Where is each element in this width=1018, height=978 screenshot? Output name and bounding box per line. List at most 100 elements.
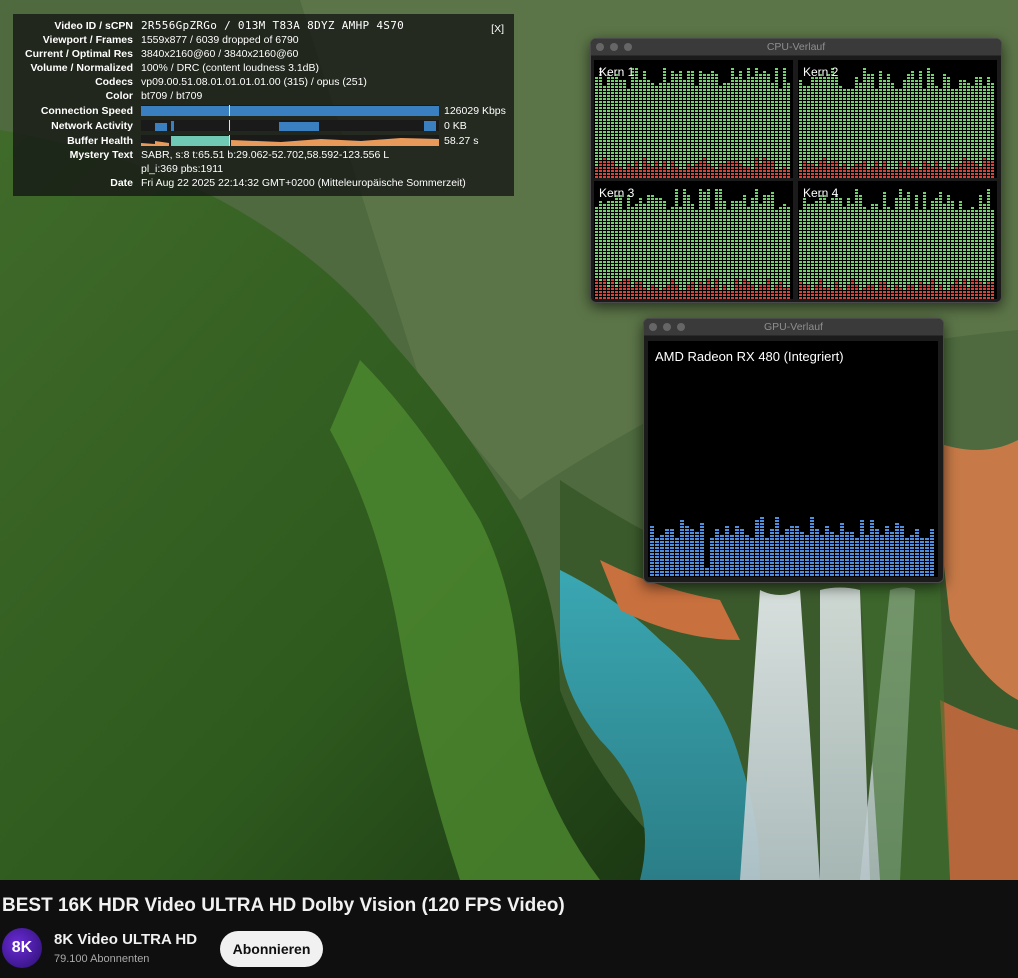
cpu-bar-segment bbox=[811, 107, 814, 109]
cpu-bar-segment bbox=[771, 285, 774, 287]
cpu-bar-segment bbox=[807, 176, 810, 178]
minimize-window-button[interactable] bbox=[610, 43, 618, 51]
cpu-bar-segment bbox=[787, 219, 790, 221]
cpu-bar-segment bbox=[779, 143, 782, 145]
cpu-bar-segment bbox=[855, 122, 858, 124]
cpu-bar-segment bbox=[607, 164, 610, 166]
cpu-bar-segment bbox=[635, 101, 638, 103]
cpu-bar-segment bbox=[847, 167, 850, 169]
cpu-bar-segment bbox=[647, 213, 650, 215]
cpu-bar-segment bbox=[715, 170, 718, 172]
cpu-bar-segment bbox=[799, 273, 802, 275]
cpu-bar-segment bbox=[731, 261, 734, 263]
cpu-bar-segment bbox=[675, 207, 678, 209]
cpu-bar-segment bbox=[655, 261, 658, 263]
cpu-bar-segment bbox=[779, 173, 782, 175]
cpu-bar-segment bbox=[731, 270, 734, 272]
cpu-bar-segment bbox=[631, 119, 634, 121]
cpu-bar-segment bbox=[891, 128, 894, 130]
cpu-bar-segment bbox=[979, 113, 982, 115]
cpu-bar-segment bbox=[835, 140, 838, 142]
cpu-bar-segment bbox=[779, 216, 782, 218]
cpu-bar-segment bbox=[735, 89, 738, 91]
cpu-bar-segment bbox=[779, 207, 782, 209]
cpu-bar-segment bbox=[783, 285, 786, 287]
cpu-bar-segment bbox=[775, 240, 778, 242]
close-window-button[interactable] bbox=[596, 43, 604, 51]
cpu-bar-segment bbox=[595, 228, 598, 230]
cpu-history-window[interactable]: CPU-Verlauf Kern 1 Kern 2 Kern 3 Kern 4 bbox=[590, 38, 1002, 303]
cpu-bar-segment bbox=[951, 170, 954, 172]
cpu-bar-segment bbox=[731, 158, 734, 160]
cpu-bar-segment bbox=[875, 149, 878, 151]
cpu-bar-segment bbox=[911, 119, 914, 121]
cpu-bar-segment bbox=[915, 167, 918, 169]
cpu-bar-segment bbox=[987, 164, 990, 166]
cpu-bar-segment bbox=[979, 146, 982, 148]
cpu-bar-segment bbox=[831, 146, 834, 148]
cpu-bar-segment bbox=[755, 149, 758, 151]
cpu-bar-segment bbox=[775, 237, 778, 239]
cpu-bar-segment bbox=[687, 195, 690, 197]
cpu-bar-segment bbox=[691, 140, 694, 142]
cpu-bar-segment bbox=[799, 282, 802, 284]
cpu-bar-segment bbox=[799, 137, 802, 139]
cpu-bar-segment bbox=[683, 83, 686, 85]
cpu-bar-segment bbox=[647, 204, 650, 206]
cpu-bar-segment bbox=[631, 261, 634, 263]
cpu-bar-segment bbox=[779, 228, 782, 230]
cpu-bar-segment bbox=[599, 116, 602, 118]
cpu-bar-segment bbox=[951, 128, 954, 130]
cpu-bar-segment bbox=[743, 137, 746, 139]
cpu-window-titlebar[interactable]: CPU-Verlauf bbox=[591, 39, 1001, 56]
cpu-bar-segment bbox=[775, 228, 778, 230]
cpu-bar-segment bbox=[739, 267, 742, 269]
cpu-bar-segment bbox=[783, 258, 786, 260]
cpu-bar-segment bbox=[643, 264, 646, 266]
cpu-bar-segment bbox=[779, 294, 782, 296]
cpu-bar-segment bbox=[851, 107, 854, 109]
cpu-bar-segment bbox=[639, 273, 642, 275]
zoom-window-button[interactable] bbox=[624, 43, 632, 51]
cpu-bar-segment bbox=[723, 167, 726, 169]
cpu-bar-segment bbox=[863, 86, 866, 88]
cpu-bar-segment bbox=[827, 95, 830, 97]
cpu-bar-segment bbox=[635, 140, 638, 142]
cpu-bar-segment bbox=[887, 134, 890, 136]
cpu-bar-segment bbox=[723, 273, 726, 275]
cpu-bar-segment bbox=[607, 297, 610, 299]
cpu-bar-segment bbox=[691, 80, 694, 82]
cpu-bar-segment bbox=[751, 261, 754, 263]
cpu-bar-segment bbox=[943, 74, 946, 76]
cpu-bar-segment bbox=[671, 131, 674, 133]
cpu-bar-segment bbox=[651, 222, 654, 224]
cpu-bar-segment bbox=[927, 104, 930, 106]
cpu-bar-segment bbox=[675, 161, 678, 163]
cpu-bar-segment bbox=[987, 113, 990, 115]
cpu-bar-segment bbox=[715, 74, 718, 76]
cpu-bar-segment bbox=[707, 204, 710, 206]
cpu-bar-segment bbox=[971, 140, 974, 142]
cpu-bar-segment bbox=[927, 167, 930, 169]
cpu-bar-segment bbox=[687, 297, 690, 299]
cpu-bar-segment bbox=[763, 228, 766, 230]
cpu-bar-segment bbox=[927, 92, 930, 94]
cpu-bar-segment bbox=[767, 152, 770, 154]
cpu-bar-segment bbox=[703, 155, 706, 157]
cpu-bar-segment bbox=[683, 125, 686, 127]
cpu-bar-segment bbox=[831, 83, 834, 85]
cpu-bar-segment bbox=[799, 152, 802, 154]
cpu-bar-segment bbox=[763, 143, 766, 145]
cpu-bar-segment bbox=[835, 104, 838, 106]
cpu-bar-segment bbox=[719, 107, 722, 109]
cpu-bar-segment bbox=[903, 86, 906, 88]
cpu-bar-segment bbox=[611, 210, 614, 212]
cpu-bar-segment bbox=[975, 98, 978, 100]
cpu-bar-segment bbox=[967, 134, 970, 136]
cpu-bar-segment bbox=[879, 71, 882, 73]
cpu-bar-segment bbox=[731, 167, 734, 169]
cpu-bar-segment bbox=[755, 110, 758, 112]
cpu-bar-segment bbox=[647, 116, 650, 118]
cpu-bar-segment bbox=[687, 176, 690, 178]
cpu-bar-segment bbox=[619, 246, 622, 248]
